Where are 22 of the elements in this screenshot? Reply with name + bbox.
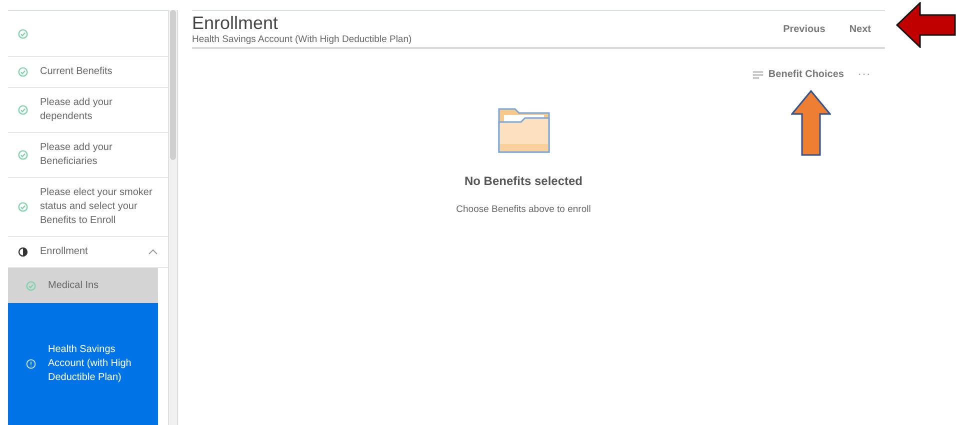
nav-button[interactable]: Next: [849, 24, 871, 35]
nav-button[interactable]: Previous: [783, 24, 826, 35]
check-circle-icon: [18, 105, 28, 115]
check-circle-icon: [18, 202, 28, 212]
check-circle-icon: [18, 150, 28, 160]
check-circle-icon: [18, 28, 28, 38]
empty-state-title: No Benefits selected: [464, 174, 583, 188]
half-circle-icon: [18, 247, 28, 257]
scrollbar[interactable]: [168, 10, 177, 425]
folder-icon: [496, 106, 550, 154]
selected-step-item[interactable]: Health Savings Account (with High Deductible Plan): [8, 303, 158, 425]
chevron-up-icon[interactable]: [148, 249, 158, 255]
check-circle-icon: [18, 67, 28, 77]
list-icon: [753, 70, 764, 78]
info-circle-icon: [26, 359, 36, 369]
check-circle-icon: [26, 280, 36, 290]
step-item[interactable]: Medical Ins: [8, 268, 158, 303]
empty-state-message: Choose Benefits above to enroll: [456, 204, 591, 215]
benefit-choices-button[interactable]: Benefit Choices: [753, 69, 844, 80]
more-button[interactable]: ···: [858, 69, 871, 80]
page-title: Enrollment: [192, 12, 280, 34]
page-subtitle: Health Savings Account (With High Deductible Plan): [192, 34, 412, 45]
